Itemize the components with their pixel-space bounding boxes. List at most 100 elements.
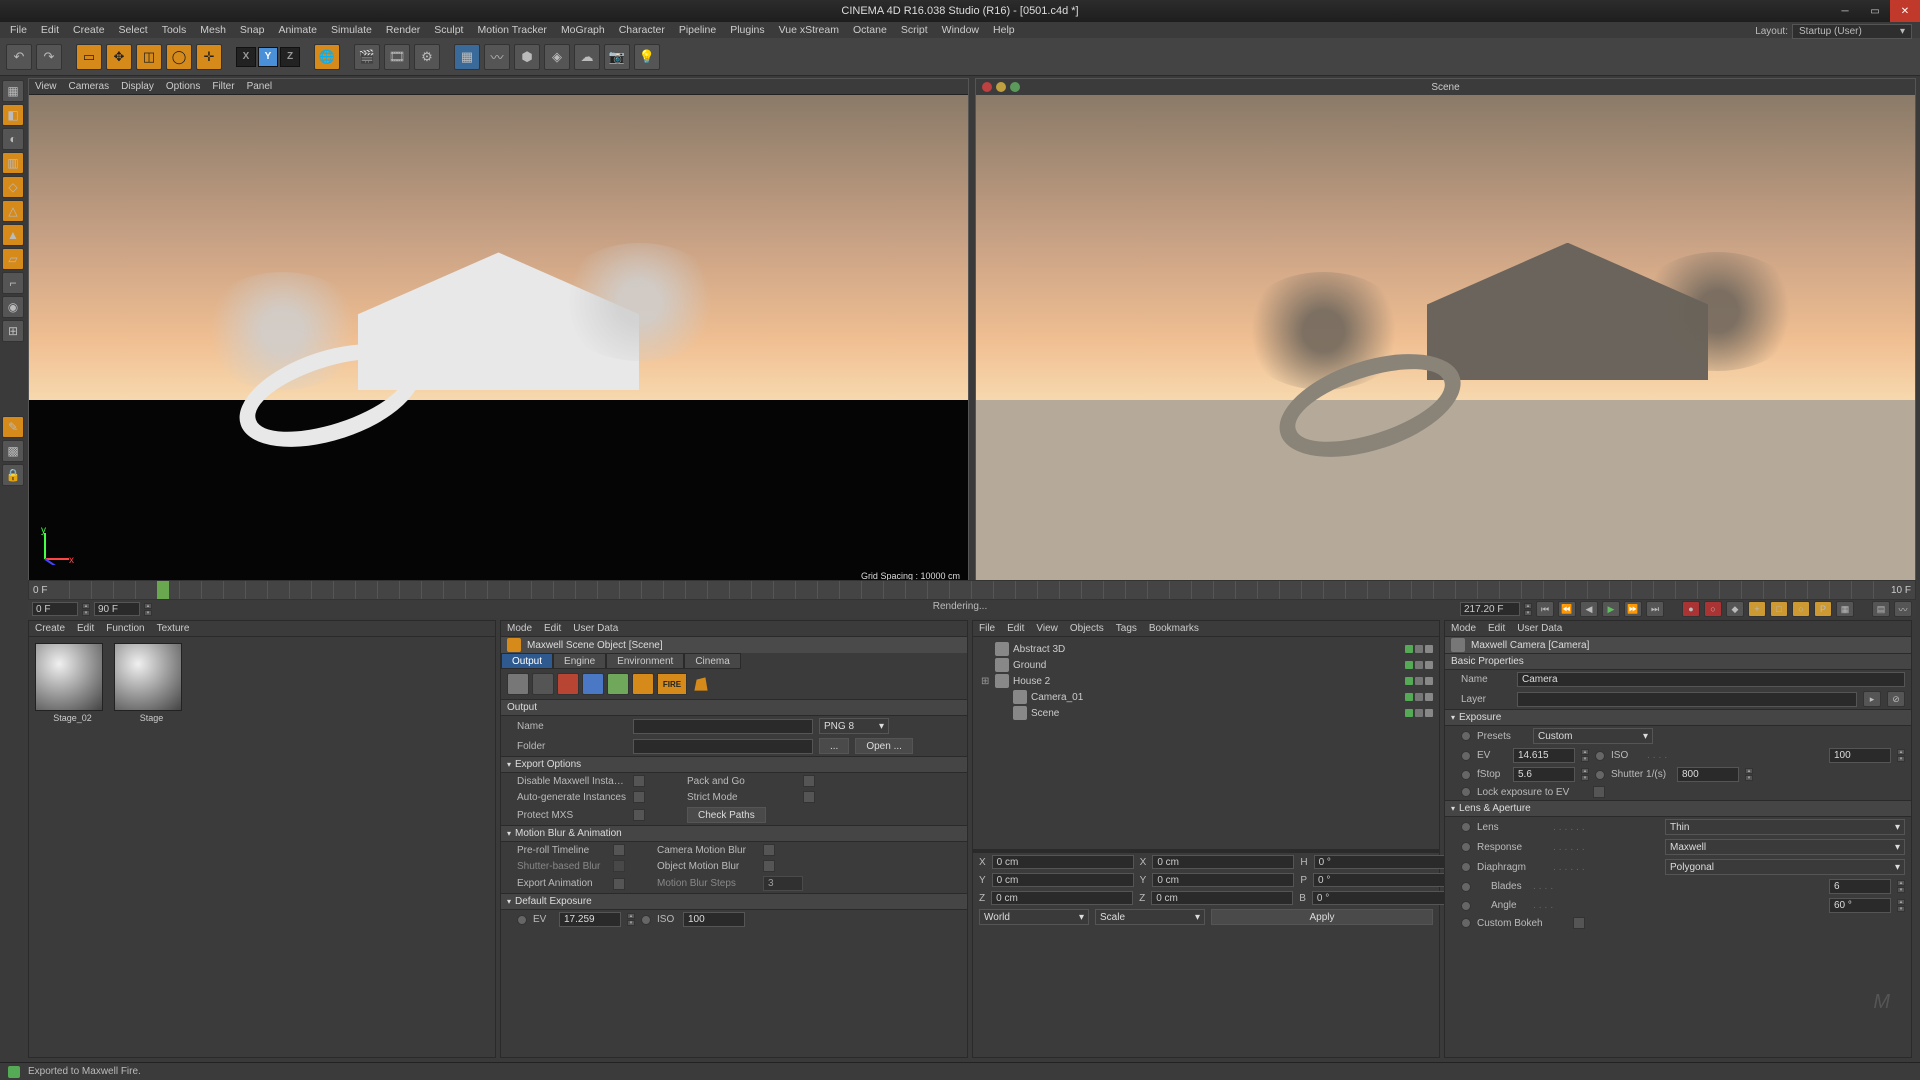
coord-input[interactable] — [1312, 891, 1454, 905]
fstop-input[interactable] — [1513, 767, 1575, 782]
coord-input[interactable] — [1152, 855, 1294, 869]
tree-item[interactable]: Scene — [977, 705, 1435, 721]
attrr-menu-edit[interactable]: Edit — [1488, 623, 1505, 634]
material-thumb[interactable] — [114, 643, 182, 711]
attrl-menu-user-data[interactable]: User Data — [573, 623, 618, 634]
menu-mesh[interactable]: Mesh — [194, 23, 232, 37]
tag-icon[interactable] — [1425, 661, 1433, 669]
edge-mode[interactable]: △ — [2, 200, 24, 222]
undo-button[interactable]: ↶ — [6, 44, 32, 70]
vis-editor-dot[interactable] — [1405, 645, 1413, 653]
step-back-button[interactable]: ⏪ — [1558, 601, 1576, 617]
play-button[interactable]: ▶ — [1602, 601, 1620, 617]
diaphragm-dropdown[interactable]: Polygonal▾ — [1665, 859, 1905, 875]
snap-toggle[interactable]: ⊞ — [2, 320, 24, 342]
menu-vue-xstream[interactable]: Vue xStream — [773, 23, 845, 37]
tree-item[interactable]: ⊞House 2 — [977, 673, 1435, 689]
tab-output[interactable]: Output — [501, 653, 553, 669]
output-name-input[interactable] — [633, 719, 813, 734]
traffic-red-icon[interactable] — [982, 82, 992, 92]
vis-editor-dot[interactable] — [1405, 709, 1413, 717]
mat-menu-texture[interactable]: Texture — [157, 623, 190, 634]
fcurve-button[interactable]: 〰 — [1894, 601, 1912, 617]
key-param-button[interactable]: P — [1814, 601, 1832, 617]
iso-input[interactable] — [1829, 748, 1891, 763]
section-export[interactable]: Export Options — [515, 759, 581, 770]
flame-icon[interactable] — [690, 673, 712, 695]
ev-input[interactable] — [1513, 748, 1575, 763]
axis-gizmo[interactable]: yxz — [39, 527, 77, 565]
menu-mograph[interactable]: MoGraph — [555, 23, 611, 37]
axis-y[interactable]: Y — [258, 47, 278, 67]
def-ev-input[interactable] — [559, 912, 621, 927]
prim-spline[interactable]: 〰 — [484, 44, 510, 70]
output-format-dropdown[interactable]: PNG 8▾ — [819, 718, 889, 734]
obj-menu-edit[interactable]: Edit — [1007, 623, 1024, 634]
def-iso-input[interactable] — [683, 912, 745, 927]
menu-file[interactable]: File — [4, 23, 33, 37]
vp-menu-display[interactable]: Display — [121, 81, 154, 92]
tag-icon[interactable] — [1425, 677, 1433, 685]
preset-icon[interactable] — [632, 673, 654, 695]
angle-input[interactable] — [1829, 898, 1891, 913]
key-rot-button[interactable]: ○ — [1792, 601, 1810, 617]
material-thumb[interactable] — [35, 643, 103, 711]
goto-end-button[interactable]: ⏭ — [1646, 601, 1664, 617]
camera-layer-input[interactable] — [1517, 692, 1857, 707]
bokeh-chk[interactable] — [1573, 917, 1585, 929]
disable-instances-chk[interactable] — [633, 775, 645, 787]
world-dropdown[interactable]: World▾ — [979, 909, 1089, 925]
autogen-chk[interactable] — [633, 791, 645, 803]
key-pla-button[interactable]: ▦ — [1836, 601, 1854, 617]
tweak-mode[interactable]: ✎ — [2, 416, 24, 438]
autokey-button[interactable]: ○ — [1704, 601, 1722, 617]
key-pos-button[interactable]: + — [1748, 601, 1766, 617]
frame-start-input[interactable] — [32, 602, 78, 616]
open-button[interactable]: Open ... — [855, 738, 913, 754]
minimize-button[interactable]: ─ — [1830, 0, 1860, 22]
menu-pipeline[interactable]: Pipeline — [673, 23, 722, 37]
tab-environment[interactable]: Environment — [606, 653, 684, 669]
menu-animate[interactable]: Animate — [272, 23, 323, 37]
coord-system[interactable]: 🌐 — [314, 44, 340, 70]
obj-menu-objects[interactable]: Objects — [1070, 623, 1104, 634]
preset-icon[interactable] — [582, 673, 604, 695]
obj-menu-bookmarks[interactable]: Bookmarks — [1149, 623, 1199, 634]
coord-input[interactable] — [1152, 873, 1294, 887]
preroll-chk[interactable] — [613, 844, 625, 856]
coord-input[interactable] — [992, 855, 1134, 869]
tag-icon[interactable] — [1425, 693, 1433, 701]
preset-icon[interactable] — [557, 673, 579, 695]
browse-button[interactable]: ... — [819, 738, 849, 754]
exportanim-chk[interactable] — [613, 878, 625, 890]
menu-script[interactable]: Script — [895, 23, 934, 37]
prim-cube[interactable]: ▦ — [454, 44, 480, 70]
tree-item[interactable]: Ground — [977, 657, 1435, 673]
menu-motion-tracker[interactable]: Motion Tracker — [471, 23, 552, 37]
menu-render[interactable]: Render — [380, 23, 426, 37]
layout-dropdown[interactable]: Startup (User)▾ — [1792, 24, 1912, 39]
mat-menu-create[interactable]: Create — [35, 623, 65, 634]
menu-tools[interactable]: Tools — [156, 23, 193, 37]
objmb-chk[interactable] — [763, 860, 775, 872]
layer-clear-icon[interactable]: ⊘ — [1887, 691, 1905, 707]
scale-dropdown[interactable]: Scale▾ — [1095, 909, 1205, 925]
coord-input[interactable] — [1313, 873, 1455, 887]
redo-button[interactable]: ↷ — [36, 44, 62, 70]
object-tree[interactable]: Abstract 3DGround⊞House 2Camera_01Scene — [973, 637, 1439, 849]
vis-render-dot[interactable] — [1415, 661, 1423, 669]
menu-character[interactable]: Character — [613, 23, 671, 37]
place-tool[interactable]: ✛ — [196, 44, 222, 70]
sculpt-mode[interactable]: ◉ — [2, 296, 24, 318]
output-folder-input[interactable] — [633, 739, 813, 754]
section-lens[interactable]: Lens & Aperture — [1459, 803, 1531, 814]
coord-input[interactable] — [991, 891, 1133, 905]
prim-deformer[interactable]: ◈ — [544, 44, 570, 70]
axis-mode[interactable]: ⌐ — [2, 272, 24, 294]
texture-mode[interactable]: ◐ — [2, 128, 24, 150]
preset-icon[interactable] — [532, 673, 554, 695]
prim-environment[interactable]: ☁ — [574, 44, 600, 70]
model-mode[interactable]: ▦ — [2, 80, 24, 102]
check-paths-button[interactable]: Check Paths — [687, 807, 766, 823]
vp-menu-filter[interactable]: Filter — [212, 81, 234, 92]
